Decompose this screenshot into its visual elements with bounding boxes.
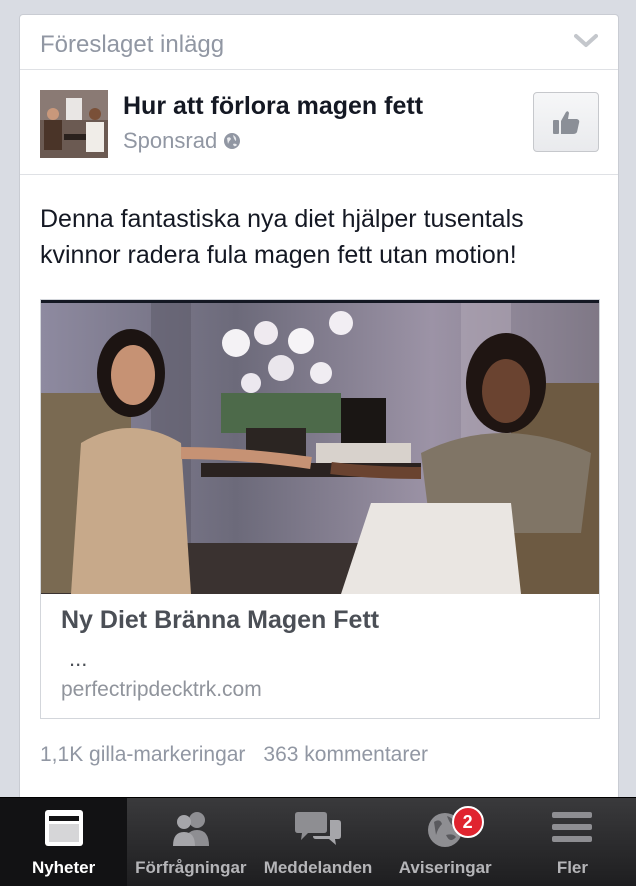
- menu-icon: [552, 812, 593, 842]
- link-description: ...: [69, 646, 88, 671]
- suggested-post-card: Föreslaget inlägg Hur att förlora magen …: [19, 14, 619, 804]
- suggested-post-label: Föreslaget inlägg: [40, 31, 225, 58]
- news-feed-icon: [44, 810, 83, 846]
- notification-badge: 2: [451, 806, 484, 838]
- engagement-stats: 1,1K gilla-markeringar 363 kommentarer: [40, 743, 428, 767]
- page-name[interactable]: Hur att förlora magen fett: [123, 92, 423, 121]
- post-header: Hur att förlora magen fett Sponsrad: [20, 70, 618, 175]
- thumbs-up-icon: [553, 111, 580, 134]
- bottom-tab-bar: Nyheter Förfrågningar Meddelanden 2 Avis…: [0, 797, 636, 886]
- tab-label: Fler: [556, 858, 588, 877]
- tab-notifications[interactable]: 2 Aviseringar: [382, 798, 509, 886]
- comments-count[interactable]: 363 kommentarer: [263, 743, 428, 767]
- page-thumbnail[interactable]: [40, 90, 108, 158]
- post-body-text: Denna fantastiska nya diet hjälper tusen…: [40, 205, 524, 269]
- tab-friend-requests[interactable]: Förfrågningar: [127, 798, 254, 886]
- tab-messages[interactable]: Meddelanden: [254, 798, 381, 886]
- tab-label: Förfrågningar: [135, 858, 247, 877]
- chevron-down-icon[interactable]: [574, 33, 598, 49]
- friend-requests-icon: [172, 812, 209, 846]
- sponsored-row: Sponsrad: [123, 128, 241, 154]
- sponsored-label: Sponsrad: [123, 128, 218, 153]
- link-title[interactable]: Ny Diet Bränna Magen Fett: [61, 606, 379, 635]
- link-image[interactable]: [41, 300, 599, 594]
- link-domain: perfectripdecktrk.com: [61, 678, 262, 701]
- like-page-button[interactable]: [533, 92, 599, 152]
- link-attachment[interactable]: Ny Diet Bränna Magen Fett ... perfectrip…: [40, 299, 600, 719]
- tab-label: Meddelanden: [263, 858, 373, 877]
- card-header: Föreslaget inlägg: [20, 15, 618, 70]
- tab-label: Nyheter: [31, 858, 96, 877]
- tab-more[interactable]: Fler: [509, 798, 636, 886]
- messages-icon: [295, 812, 341, 845]
- tab-label: Aviseringar: [398, 858, 492, 877]
- tab-news-feed[interactable]: Nyheter: [0, 798, 128, 886]
- globe-icon: [224, 133, 241, 149]
- likes-count[interactable]: 1,1K gilla-markeringar: [40, 743, 245, 767]
